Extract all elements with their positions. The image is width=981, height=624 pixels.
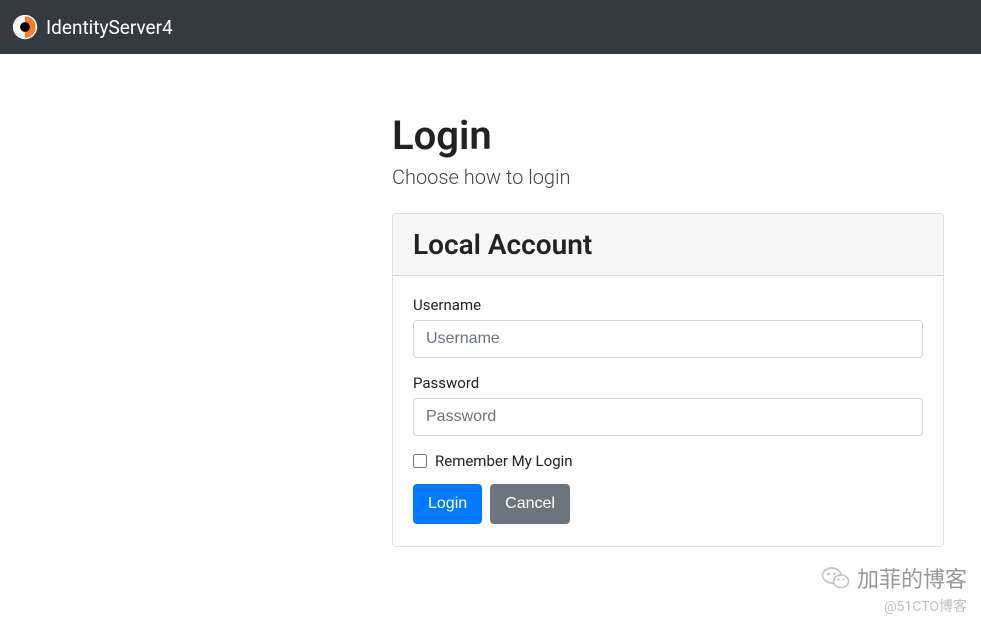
password-group: Password xyxy=(413,374,923,436)
watermark-main-text: 加菲的博客 xyxy=(857,562,967,594)
password-label: Password xyxy=(413,374,923,392)
page-title: Login xyxy=(392,112,944,159)
watermark: 加菲的博客 @51CTO博客 xyxy=(821,562,967,616)
navbar-brand-text: IdentityServer4 xyxy=(46,16,173,39)
navbar: IdentityServer4 xyxy=(0,0,981,54)
card-header: Local Account xyxy=(393,214,943,276)
button-row: Login Cancel xyxy=(413,484,923,524)
page-subtitle: Choose how to login xyxy=(392,165,944,189)
identityserver-logo-icon xyxy=(12,14,38,40)
username-group: Username xyxy=(413,296,923,358)
username-input[interactable] xyxy=(413,320,923,358)
login-button[interactable]: Login xyxy=(413,484,482,524)
remember-checkbox[interactable] xyxy=(413,454,427,468)
watermark-main: 加菲的博客 xyxy=(821,562,967,594)
card-header-title: Local Account xyxy=(413,228,923,261)
navbar-brand-link[interactable]: IdentityServer4 xyxy=(12,14,173,40)
cancel-button[interactable]: Cancel xyxy=(490,484,570,524)
username-label: Username xyxy=(413,296,923,314)
card-body: Username Password Remember My Login Logi… xyxy=(393,276,943,546)
login-card: Local Account Username Password Remember… xyxy=(392,213,944,547)
remember-label: Remember My Login xyxy=(435,452,573,470)
password-input[interactable] xyxy=(413,398,923,436)
wechat-icon xyxy=(821,563,851,593)
watermark-sub-text: @51CTO博客 xyxy=(821,596,967,616)
main-container: Login Choose how to login Local Account … xyxy=(392,112,944,547)
remember-check-group: Remember My Login xyxy=(413,452,923,470)
